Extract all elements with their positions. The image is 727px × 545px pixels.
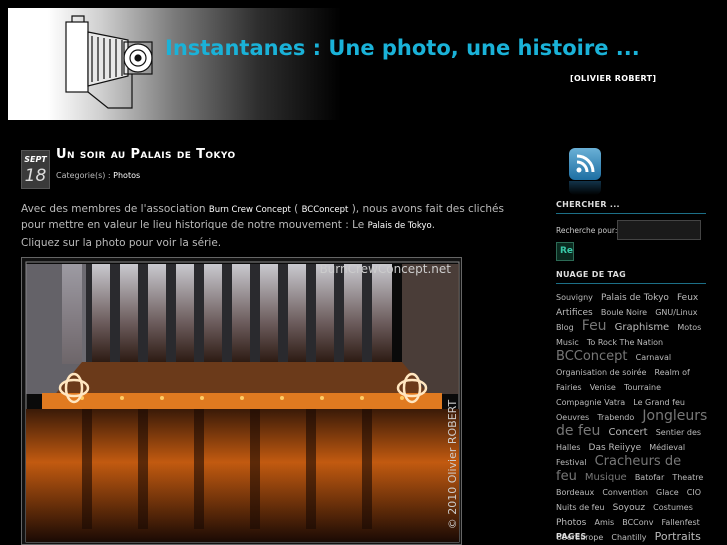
tag-link[interactable]: Musique [585, 472, 627, 483]
tag-link[interactable]: Souvigny [556, 293, 593, 302]
tag-link[interactable]: Convention [602, 488, 648, 497]
search-heading: CHERCHER ... [556, 200, 620, 209]
tag-link[interactable]: Soyouz [613, 503, 645, 513]
tag-cloud: Souvigny Palais de Tokyo Feux Artifices … [556, 289, 708, 544]
category-label: Categorie(s) : [56, 171, 114, 180]
tag-link[interactable]: Oeuvres [556, 413, 589, 422]
tag-link[interactable]: Portraits [655, 530, 701, 543]
search-button[interactable]: Re [556, 242, 574, 261]
tag-link[interactable]: CIO [687, 488, 701, 497]
tag-link[interactable]: Theatre [672, 473, 703, 482]
tag-link[interactable]: BCConcept [556, 349, 628, 364]
tag-link[interactable]: Bordeaux [556, 488, 594, 497]
tag-link[interactable]: Amis [594, 518, 614, 527]
tag-link[interactable]: Venise [590, 383, 616, 392]
link-bcconcept[interactable]: BCConcept [302, 205, 349, 215]
photo-watermark: BurnCrewConcept.net [319, 262, 451, 276]
tag-link[interactable]: Boule Noire [601, 308, 647, 317]
rss-symbol-icon [576, 154, 595, 173]
tag-link[interactable]: To Rock The Nation [587, 338, 663, 347]
para-text: ( [290, 203, 302, 215]
post-photo[interactable]: BurnCrewConcept.net © 2010 Olivier ROBER… [21, 257, 462, 545]
tag-link[interactable]: Le Grand feu [633, 398, 685, 407]
tag-link[interactable]: Photos [556, 518, 586, 528]
search-input[interactable] [617, 220, 701, 240]
tag-link[interactable]: Batofar [635, 473, 664, 482]
para-text: Avec des membres de l'association [21, 203, 209, 215]
divider [556, 283, 706, 284]
tag-link[interactable]: Graphisme [615, 322, 670, 333]
tag-link[interactable]: Palais de Tokyo [601, 293, 669, 303]
date-badge: SEPT 18 [21, 150, 50, 189]
tag-link[interactable]: Carnaval [636, 353, 671, 362]
tag-link[interactable]: BCConv [622, 518, 653, 527]
tag-link[interactable]: Costumes [653, 503, 693, 512]
tag-link[interactable]: Concert [608, 427, 647, 438]
photo-copyright: © 2010 Olivier ROBERT [445, 399, 459, 530]
site-title[interactable]: Instantanes : Une photo, une histoire ..… [165, 36, 640, 60]
pages-heading: PAGES [556, 532, 587, 541]
tag-link[interactable]: Nuits de feu [556, 503, 604, 512]
link-burn-crew-concept[interactable]: Burn Crew Concept [209, 205, 291, 215]
post-instruction: Cliquez sur la photo pour voir la série. [21, 237, 222, 249]
tag-link[interactable]: Das Reiiyye [589, 443, 642, 453]
tag-link[interactable]: Compagnie Vatra [556, 398, 625, 407]
link-palais-de-tokyo[interactable]: Palais de Tokyo [368, 221, 432, 231]
tag-link[interactable]: Trabendo [597, 413, 634, 422]
tag-link[interactable]: Fallenfest [662, 518, 700, 527]
tag-link[interactable]: Chantilly [611, 533, 646, 542]
tag-link[interactable]: Glace [656, 488, 679, 497]
para-text: . [431, 219, 436, 231]
tag-link[interactable]: Motos [677, 323, 701, 332]
tag-link[interactable]: Organisation de soirée [556, 368, 646, 377]
rss-reflection [569, 181, 601, 195]
photo-image [25, 261, 460, 543]
post-category: Categorie(s) : Photos [56, 171, 140, 180]
tag-link[interactable]: Tourraine [624, 383, 661, 392]
category-link[interactable]: Photos [113, 171, 140, 180]
tag-link[interactable]: Feu [582, 318, 607, 334]
tag-cloud-heading: NUAGE DE TAG [556, 270, 627, 279]
post-paragraph: Avec des membres de l'association Burn C… [21, 202, 511, 234]
vintage-camera-icon [65, 15, 153, 109]
date-day: 18 [24, 166, 47, 186]
date-month: SEPT [24, 155, 47, 164]
divider [556, 213, 706, 214]
header-banner [8, 8, 341, 120]
tag-link[interactable]: Blog [556, 323, 574, 332]
tag-link[interactable]: GNU/Linux [655, 308, 697, 317]
search-label: Recherche pour: [556, 226, 618, 235]
author-name: [OLIVIER ROBERT] [570, 74, 657, 83]
post-title[interactable]: Un soir au Palais de Tokyo [56, 147, 236, 162]
rss-feed-icon[interactable] [569, 148, 601, 180]
tag-link[interactable]: Music [556, 338, 579, 347]
